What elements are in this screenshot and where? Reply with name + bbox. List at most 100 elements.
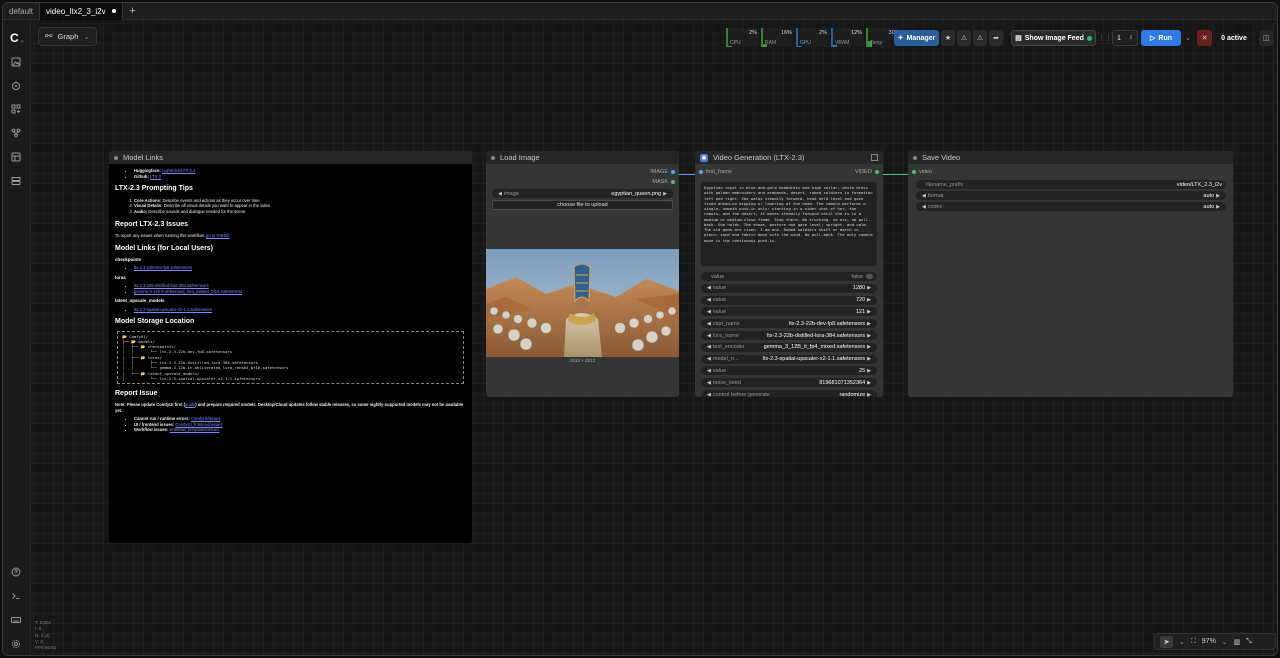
video-gen-widget[interactable]: ◀ text_encoder gemma_3_12B_it_fp4_mixed.sa… (701, 342, 877, 352)
arrow-left-icon[interactable]: ◀ (707, 356, 711, 362)
arrow-right-icon[interactable]: ▶ (867, 368, 871, 374)
tab-default[interactable]: default (3, 3, 39, 20)
manager-button[interactable]: ✦ Manager (894, 30, 939, 46)
chevron-down-icon[interactable]: ⌄ (1179, 638, 1185, 646)
arrow-right-icon[interactable]: ▶ (867, 285, 871, 291)
arrow-left-icon[interactable]: ◀ (707, 297, 711, 303)
share-icon[interactable]: ➦ (989, 30, 1003, 46)
toggle-links-icon[interactable]: ⤡ (1246, 638, 1252, 646)
arrow-left-icon[interactable]: ◀ (707, 333, 711, 339)
output-video-port[interactable]: VIDEO (855, 169, 879, 175)
upscaler-link[interactable]: ltx-2.3-spatial-upscaler-x2-1.1.safetens… (134, 307, 212, 312)
node-header[interactable]: Load Image (486, 151, 679, 164)
filename-prefix-widget[interactable]: filename_prefix video/LTX_2.3_i2v (916, 180, 1226, 189)
video-gen-widget[interactable]: ◀ model_n... ltx-2.3-spatial-upscaler-x2-1… (701, 354, 877, 364)
comfyui-issues-link[interactable]: ComfyUI/issues (191, 416, 220, 421)
arrow-left-icon[interactable]: ◀ (707, 368, 711, 374)
video-gen-widget[interactable]: ◀ value 720 ▶ (701, 295, 877, 305)
lora-link[interactable]: ltx-2.3-22b-distilled-lora-384.safetenso… (134, 283, 209, 288)
arrow-right-icon[interactable]: ▶ (867, 344, 871, 350)
star-icon[interactable]: ★ (941, 30, 955, 46)
toggle-panel-icon[interactable]: ◫ (1259, 30, 1273, 46)
active-queue-count[interactable]: 0 active (1215, 30, 1253, 46)
github-link[interactable]: LTX-2 (150, 174, 161, 179)
collapse-dot-icon[interactable] (491, 155, 495, 160)
arrow-right-icon[interactable]: ▶ (867, 321, 871, 327)
node-header[interactable]: Save Video (908, 151, 1233, 164)
images-icon[interactable] (10, 56, 22, 68)
tab-video-ltx2-3-i2v[interactable]: video_ltx2_3_i2v (39, 3, 123, 20)
help-icon[interactable] (10, 566, 22, 578)
node-header[interactable]: ▣ Video Generation (LTX-2.3) (695, 151, 883, 164)
queue-count-input[interactable]: 1 ⇕ (1112, 30, 1138, 46)
workflows-icon[interactable] (10, 127, 22, 139)
video-gen-widget[interactable]: ◀ value 121 ▶ (701, 307, 877, 317)
keyboard-icon[interactable] (10, 614, 22, 626)
arrow-right-icon[interactable]: ▶ (867, 392, 871, 398)
terminal-icon[interactable] (10, 590, 22, 602)
node-header[interactable]: Model Links (109, 151, 472, 164)
output-mask-port[interactable]: MASK (652, 179, 675, 185)
minimap-icon[interactable]: ▥ (1234, 638, 1241, 646)
queue-icon[interactable] (10, 175, 22, 187)
arrow-left-icon[interactable]: ◀ (707, 309, 711, 315)
node-library-icon[interactable] (10, 103, 22, 115)
show-image-feed-button[interactable]: ▤ Show Image Feed (1011, 30, 1096, 46)
load-image-node[interactable]: Load Image IMAGE MASK ◀ image egyptian_que… (486, 151, 679, 397)
format-widget[interactable]: ◀ format auto ▶ (916, 191, 1226, 200)
model-links-node[interactable]: Model Links Huggingface: Lightricks/LTX-… (109, 151, 472, 543)
output-image-port[interactable]: IMAGE (650, 169, 675, 175)
input-video-port[interactable]: video (912, 169, 932, 175)
graph-menu-button[interactable]: ⚯ Graph ⌄ (38, 27, 97, 46)
arrow-left-icon[interactable]: ◀ (707, 321, 711, 327)
chevron-down-icon[interactable]: ⌄ (1222, 638, 1228, 646)
templates-icon[interactable] (10, 151, 22, 163)
arrow-right-icon[interactable]: ▶ (867, 333, 871, 339)
video-gen-widget[interactable]: ◀ noise_seed 819681071352364 ▶ (701, 378, 877, 388)
video-gen-widget[interactable]: ◀ ckpt_name ltx-2.3-22b-dev-fp8.safetensor… (701, 319, 877, 329)
select-mode-icon[interactable]: ➤ (1160, 635, 1173, 648)
lora-link[interactable]: gemma-3-12b-it-abliterated_lora_rank64_b… (134, 289, 242, 294)
stepper-icon[interactable]: ⇕ (1129, 35, 1133, 41)
codec-widget[interactable]: ◀ codec auto ▶ (916, 202, 1226, 211)
arrow-right-icon[interactable]: ▶ (867, 356, 871, 362)
settings-gear-icon[interactable] (10, 638, 22, 650)
video-gen-widget[interactable]: value false (701, 272, 877, 281)
collapse-dot-icon[interactable] (913, 155, 917, 160)
workflow-issues-link[interactable]: workflow_templates/issues (170, 427, 220, 432)
cancel-run-icon[interactable]: ✕ (1197, 30, 1212, 46)
run-options-chevron-icon[interactable]: ⌄ (1183, 30, 1193, 46)
save-video-node[interactable]: Save Video video filename_prefix video/LT… (908, 151, 1233, 397)
arrow-right-icon[interactable]: ▶ (867, 309, 871, 315)
model-library-icon[interactable] (10, 80, 22, 92)
image-select-widget[interactable]: ◀ image egyptian_queen.png ▶ (492, 189, 673, 198)
video-gen-widget[interactable]: ◀ value 25 ▶ (701, 366, 877, 376)
comfy-logo-icon[interactable]: C⌄ (10, 31, 25, 45)
run-button[interactable]: ▷ Run (1141, 30, 1181, 46)
arrow-left-icon[interactable]: ◀ (707, 344, 711, 350)
choose-file-upload-button[interactable]: choose file to upload (492, 200, 673, 210)
toggle-switch-icon[interactable] (866, 274, 873, 279)
huggingface-link[interactable]: Lightricks/LTX-2.3 (162, 168, 195, 173)
frontend-issues-link[interactable]: ComfyUI_frontend/issues (175, 422, 222, 427)
report-github-link[interactable]: go to GitHub (206, 233, 230, 238)
arrow-left-icon[interactable]: ◀ (707, 392, 711, 398)
alert-icon[interactable]: ⚠ (973, 30, 987, 46)
new-tab-plus-icon[interactable]: + (126, 4, 140, 18)
drag-handle-icon[interactable]: ⋮⋮ (1098, 30, 1112, 46)
update-guide-link[interactable]: guide (185, 402, 195, 407)
arrow-left-icon[interactable]: ◀ (707, 285, 711, 291)
arrow-right-icon[interactable]: ▶ (867, 380, 871, 386)
arrow-right-icon[interactable]: ▶ (867, 297, 871, 303)
checkpoint-link[interactable]: ltx-2.3-22b-dev-fp8.safetensors (134, 265, 192, 270)
video-generation-node[interactable]: ▣ Video Generation (LTX-2.3) first_frame … (695, 151, 883, 397)
zoom-level[interactable]: 97% (1202, 638, 1216, 645)
arrow-left-icon[interactable]: ◀ (707, 380, 711, 386)
fit-view-icon[interactable]: ⛶ (1191, 638, 1196, 646)
open-subgraph-icon[interactable] (871, 154, 878, 161)
input-first-frame-port[interactable]: first_frame (699, 169, 732, 175)
prompt-textarea[interactable]: Egyptian royal in blue-and-gold headdres… (701, 182, 877, 266)
video-gen-widget[interactable]: ◀ control before generate randomize ▶ (701, 390, 877, 397)
video-gen-widget[interactable]: ◀ value 1280 ▶ (701, 283, 877, 293)
warning-icon[interactable]: ⚠ (957, 30, 971, 46)
